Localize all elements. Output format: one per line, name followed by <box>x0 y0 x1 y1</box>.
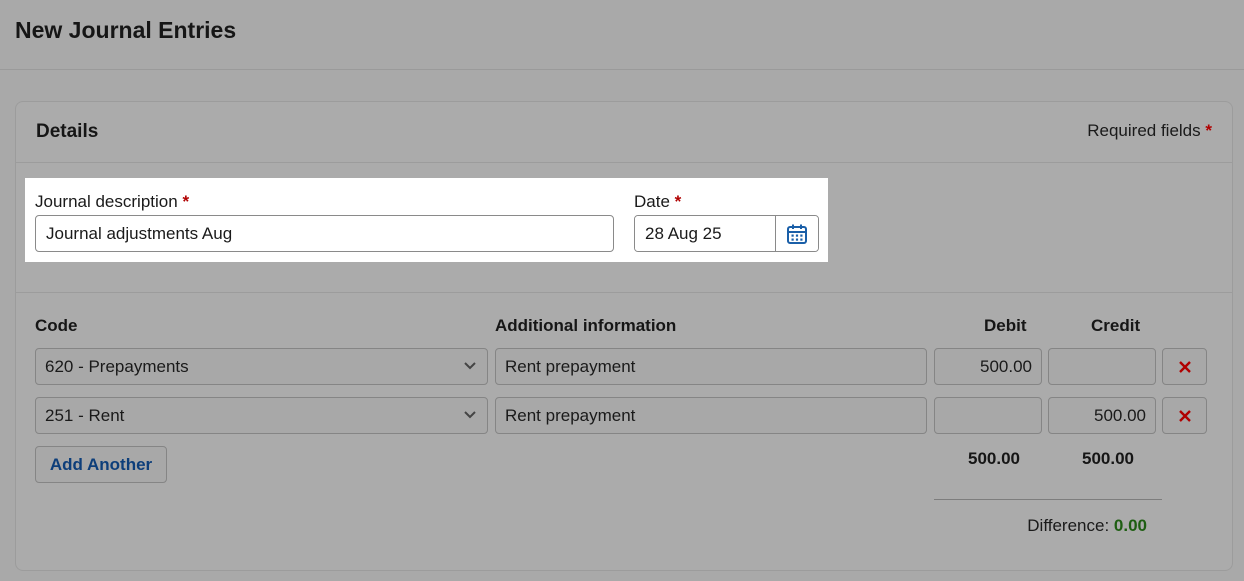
debit-input[interactable] <box>934 397 1042 434</box>
totals-divider <box>934 499 1162 500</box>
date-input[interactable] <box>635 216 776 251</box>
delete-row-button[interactable] <box>1162 397 1207 434</box>
difference-display: Difference: 0.00 <box>1027 516 1147 536</box>
column-header-debit: Debit <box>984 316 1027 335</box>
chevron-down-icon <box>464 362 476 370</box>
column-header-code: Code <box>35 316 78 335</box>
additional-info-input[interactable]: Rent prepayment <box>495 397 927 434</box>
code-select-value: 251 - Rent <box>45 406 125 425</box>
required-fields-note: Required fields * <box>1087 121 1212 141</box>
details-title: Details <box>36 121 99 142</box>
additional-info-input[interactable]: Rent prepayment <box>495 348 927 385</box>
calendar-icon <box>787 224 807 244</box>
details-card: Details Required fields * <box>15 101 1233 571</box>
required-fields-text: Required fields <box>1087 121 1201 140</box>
difference-label: Difference: <box>1027 516 1110 535</box>
total-credit: 500.00 <box>1082 449 1134 468</box>
column-header-credit: Credit <box>1091 316 1141 335</box>
date-label: Date * <box>634 192 681 212</box>
close-icon <box>1178 360 1191 373</box>
required-star: * <box>182 192 190 211</box>
delete-row-button[interactable] <box>1162 348 1207 385</box>
page-title: New Journal Entries <box>15 17 237 43</box>
page-header: New Journal Entries <box>0 0 1244 70</box>
chevron-down-icon <box>464 411 476 419</box>
section-divider <box>16 292 1232 293</box>
required-star: * <box>1205 121 1212 140</box>
difference-value: 0.00 <box>1113 516 1147 535</box>
required-star: * <box>674 192 682 211</box>
credit-input[interactable] <box>1048 348 1156 385</box>
total-debit: 500.00 <box>968 449 1020 468</box>
journal-description-input[interactable] <box>35 215 614 252</box>
credit-input[interactable]: 500.00 <box>1048 397 1156 434</box>
details-card-header: Details Required fields * <box>16 102 1232 163</box>
date-field <box>634 215 819 252</box>
code-select-value: 620 - Prepayments <box>45 357 189 376</box>
journal-description-label: Journal description * <box>35 192 189 212</box>
date-label-text: Date <box>634 192 670 211</box>
debit-input[interactable]: 500.00 <box>934 348 1042 385</box>
add-another-button[interactable]: Add Another <box>35 446 167 483</box>
code-select[interactable]: 251 - Rent <box>35 397 488 434</box>
column-header-additional-information: Additional information <box>495 316 677 335</box>
calendar-button[interactable] <box>775 216 818 251</box>
close-icon <box>1178 409 1191 422</box>
code-select[interactable]: 620 - Prepayments <box>35 348 488 385</box>
journal-description-label-text: Journal description <box>35 192 178 211</box>
